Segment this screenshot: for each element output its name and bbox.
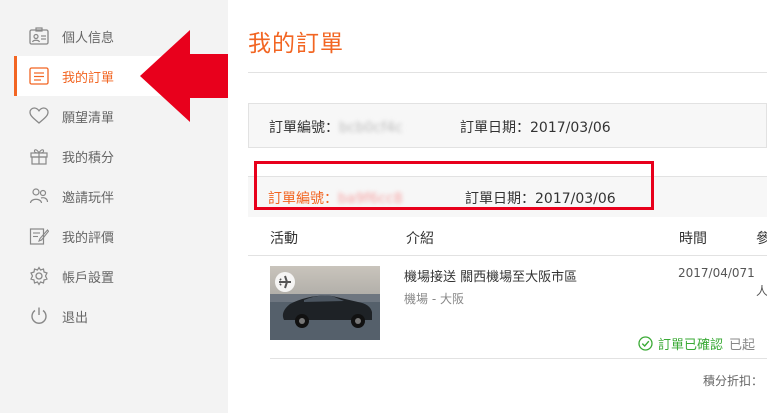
column-header-activity: 活動 <box>270 231 298 247</box>
order-number-label: 訂單編號： <box>269 120 339 136</box>
participants-value: 人 <box>756 284 767 298</box>
activity-date-value: 2017/04/071 <box>678 266 755 280</box>
sidebar-item-invite[interactable]: 邀請玩伴 <box>14 176 213 216</box>
activity-title[interactable]: 機場接送 關西機場至大阪市區 <box>404 266 577 285</box>
order-date: 訂單日期：2017/03/06 <box>460 117 611 137</box>
sidebar-item-settings[interactable]: 帳戶設置 <box>14 256 213 296</box>
order-list-icon <box>28 65 50 87</box>
annotation-highlight-box <box>254 161 654 210</box>
check-circle-icon <box>638 336 653 351</box>
review-edit-icon <box>28 225 50 247</box>
activity-date: 2017/04/071 人 <box>678 266 767 298</box>
sidebar-item-label: 退出 <box>62 310 89 326</box>
divider <box>248 255 767 256</box>
points-discount-label: 積分折扣： <box>703 374 764 388</box>
profile-card-icon <box>28 25 50 47</box>
sidebar-item-label: 願望清單 <box>62 110 115 126</box>
order-card-header[interactable]: 訂單編號：bcb0cf4c 訂單日期：2017/03/06 <box>248 103 767 148</box>
sidebar-item-label: 我的積分 <box>62 150 115 166</box>
page-title: 我的訂單 <box>248 31 344 57</box>
order-number: 訂單編號：bcb0cf4c <box>269 117 403 137</box>
sidebar-item-label: 我的評價 <box>62 230 115 246</box>
power-icon <box>28 305 50 327</box>
order-date-value: 2017/03/06 <box>530 120 611 136</box>
sidebar-item-logout[interactable]: 退出 <box>14 296 213 336</box>
order-status-extra: 已起 <box>729 338 756 353</box>
order-status: 訂單已確認 已起 <box>638 334 755 353</box>
column-header-description: 介紹 <box>406 231 434 247</box>
order-date-label: 訂單日期： <box>460 120 530 136</box>
sidebar-item-label: 個人信息 <box>62 30 115 46</box>
sidebar-item-label: 我的訂單 <box>62 70 115 86</box>
sidebar-item-points[interactable]: 我的積分 <box>14 136 213 176</box>
activity-thumbnail[interactable] <box>270 266 380 340</box>
column-header-time: 時間 <box>679 231 707 247</box>
order-number-value: bcb0cf4c <box>339 120 403 136</box>
gear-icon <box>28 265 50 287</box>
divider <box>248 72 767 73</box>
activity-location: 機場 - 大阪 <box>404 292 464 306</box>
sidebar-item-reviews[interactable]: 我的評價 <box>14 216 213 256</box>
sidebar-item-label: 邀請玩伴 <box>62 190 115 206</box>
sidebar-item-label: 帳戶設置 <box>62 270 115 286</box>
column-header-participants: 參 <box>756 231 767 247</box>
divider <box>270 358 767 359</box>
order-status-label: 訂單已確認 <box>658 338 724 353</box>
gift-icon <box>28 145 50 167</box>
invite-friends-icon <box>28 185 50 207</box>
heart-icon <box>28 105 50 127</box>
